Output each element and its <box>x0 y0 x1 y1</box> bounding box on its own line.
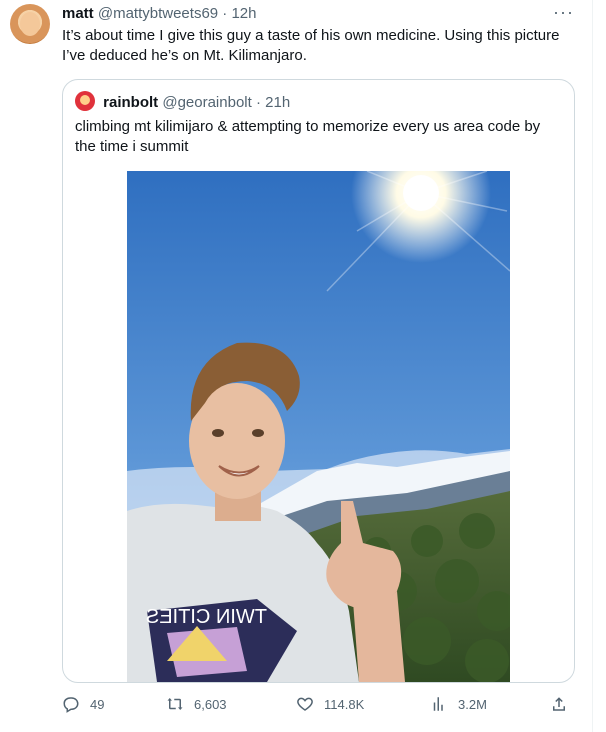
retweet-count: 6,603 <box>194 696 227 712</box>
like-button[interactable]: 114.8K <box>296 692 364 716</box>
tweet-text: It’s about time I give this guy a taste … <box>62 27 560 64</box>
heart-icon <box>297 697 313 711</box>
author-name[interactable]: matt <box>62 5 94 22</box>
views-count: 3.2M <box>458 696 487 712</box>
more-options-icon[interactable]: ··· <box>553 2 574 23</box>
author-handle[interactable]: @mattybtweets69 <box>98 5 218 22</box>
reply-count: 49 <box>90 696 105 712</box>
share-icon <box>553 697 565 711</box>
quoted-tweet-header: rainbolt @georainbolt · 21h <box>75 91 290 113</box>
tweet-time[interactable]: 12h <box>231 5 256 22</box>
retweet-button[interactable]: 6,603 <box>166 692 227 716</box>
selfie-image: TWIN CITIES <box>127 171 510 682</box>
quoted-author-avatar <box>75 91 95 111</box>
quoted-author-handle: @georainbolt <box>162 94 252 111</box>
retweet-icon <box>167 698 183 710</box>
tweet: matt @mattybtweets69 · 12h ··· It’s abou… <box>0 0 593 732</box>
quoted-tweet-time: 21h <box>265 94 291 111</box>
separator: · <box>251 94 266 111</box>
reply-icon <box>63 697 79 713</box>
quoted-tweet-text: climbing mt kilimijaro & attempting to m… <box>75 118 541 155</box>
shirt-print-text: TWIN CITIES <box>146 606 267 628</box>
views-button[interactable]: 3.2M <box>430 692 487 716</box>
analytics-icon <box>433 697 443 711</box>
action-bar: 49 6,603 114.8K 3.2M <box>62 692 582 716</box>
like-count: 114.8K <box>324 696 365 712</box>
quoted-tweet[interactable]: rainbolt @georainbolt · 21h climbing mt … <box>62 79 575 683</box>
share-button[interactable] <box>550 692 578 716</box>
quoted-photo[interactable]: TWIN CITIES <box>127 171 510 682</box>
reply-button[interactable]: 49 <box>62 692 104 716</box>
quoted-author-name: rainbolt <box>103 94 159 111</box>
author-avatar[interactable] <box>10 4 50 44</box>
tweet-header: matt @mattybtweets69 · 12h <box>62 4 257 24</box>
separator: · <box>218 5 232 22</box>
